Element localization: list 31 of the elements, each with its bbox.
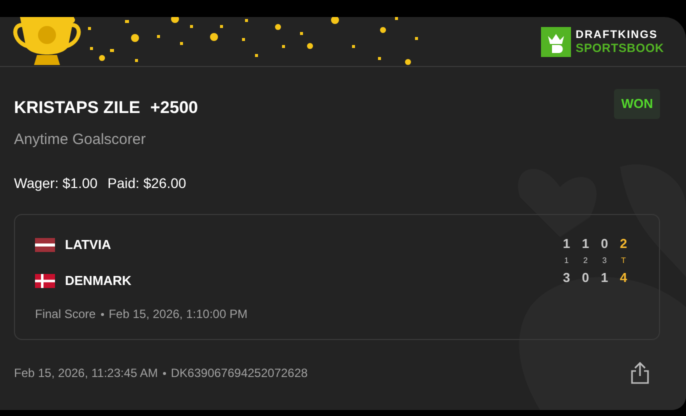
cross-flag-icon [35, 274, 55, 288]
score: 1 [580, 235, 590, 253]
wager-amount: Wager: $1.00 [14, 174, 98, 193]
score: 2 [618, 235, 628, 253]
period-label: 2 [582, 255, 589, 267]
striped-flag-icon [35, 238, 55, 252]
trophy-icon [12, 17, 82, 65]
selection-name: KRISTAPS ZILE [14, 97, 140, 119]
event-time: Feb 15, 2026, 1:10:00 PM [108, 306, 248, 323]
status-badge: WON [614, 89, 660, 118]
brand-subtitle: SPORTSBOOK [576, 42, 664, 54]
brand-name: DRAFTKINGS [576, 28, 659, 42]
team-name: LATVIA [65, 236, 111, 254]
event-status: Final Score [35, 306, 96, 323]
share-icon[interactable] [630, 362, 650, 384]
paid-amount: Paid: $26.00 [108, 174, 186, 193]
score: 4 [618, 269, 628, 287]
bet-id: DK639067694252072628 [170, 365, 308, 382]
period-label: 3 [601, 255, 608, 267]
period-label: T [620, 255, 627, 267]
score: 0 [600, 235, 610, 253]
market-name: Anytime Goalscorer [14, 130, 147, 150]
crown-logo-icon [540, 26, 571, 56]
score: 1 [562, 235, 572, 253]
odds: +2500 [150, 97, 198, 119]
team-name: DENMARK [65, 272, 132, 290]
score: 1 [600, 269, 610, 287]
score: 3 [562, 269, 572, 287]
period-label: 1 [563, 255, 570, 267]
score: 0 [580, 269, 590, 287]
placed-time: Feb 15, 2026, 11:23:45 AM [14, 365, 158, 382]
